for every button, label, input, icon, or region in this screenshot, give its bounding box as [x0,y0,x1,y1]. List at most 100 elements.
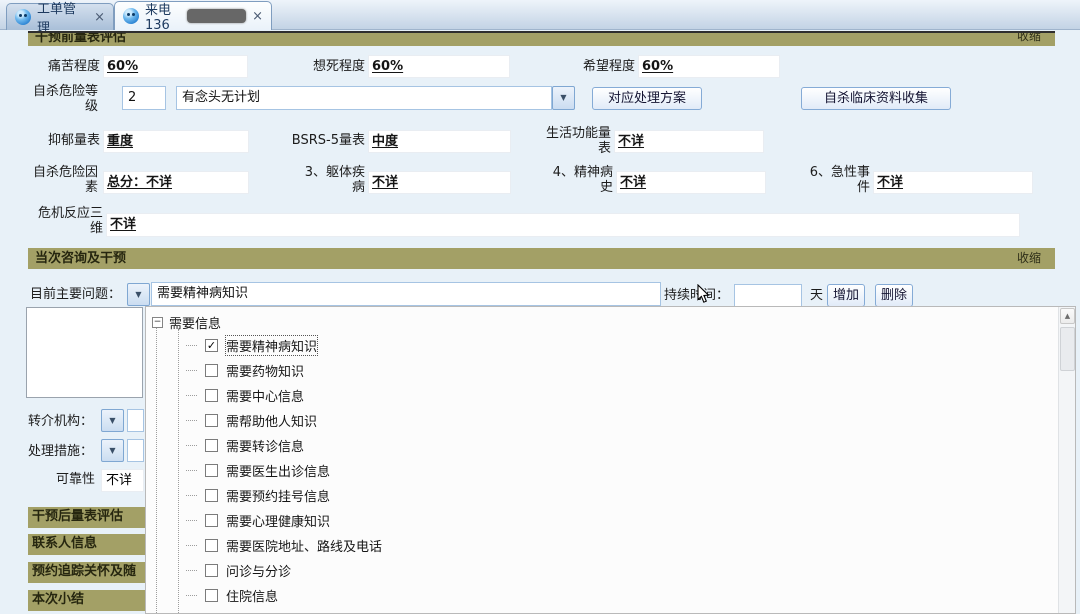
chevron-down-icon[interactable] [101,409,124,432]
physical-illness-label: 3、躯体疾病 [295,165,365,195]
tree-connector [186,395,197,396]
collapse-minus-icon[interactable]: − [152,317,163,328]
tree-guide-line [156,325,157,614]
checkbox-icon[interactable] [205,439,218,452]
section-header-pre-intervention: 干预前量表评估 收缩 [28,33,1055,46]
checkbox-icon[interactable] [205,414,218,427]
risk-factor-label: 自杀危险因素 [30,165,98,195]
reliability-value: 不详 [101,469,144,492]
tree-item[interactable]: 问诊与分诊 [186,562,291,578]
crisis-response-label: 危机反应三维 [37,206,103,236]
risk-factor-value: 总分：不详 [103,171,249,194]
risk-level-input[interactable]: 2 [122,86,166,110]
tab-bar: 工单管理 × 来电136 × [0,0,1080,30]
risk-level-label: 自杀危险等级 [30,84,98,114]
reliability-label: 可靠性 [56,472,95,487]
tree-connector [186,520,197,521]
tree-item-label[interactable]: 需要转诊信息 [226,436,304,455]
treatment-plan-button[interactable]: 对应处理方案 [592,87,702,110]
psychiatric-history-label: 4、精神病史 [543,165,613,195]
collapse-link[interactable]: 收缩 [1017,248,1041,269]
collapse-link[interactable]: 收缩 [1017,33,1041,44]
pain-level-label: 痛苦程度 [30,59,100,74]
tree-item-label[interactable]: 需要精神病知识 [226,336,317,355]
app-icon [123,8,139,24]
tree-item[interactable]: 需要医院地址、路线及电话 [186,537,382,553]
tree-item[interactable]: ✓ 需要精神病知识 [186,337,317,353]
section-title: 干预前量表评估 [35,33,126,45]
section-header-collapsed[interactable]: 干预后量表评估 [28,507,146,528]
main-problem-label: 目前主要问题： [30,287,121,302]
tab-work-order[interactable]: 工单管理 × [6,3,114,30]
bsrs5-scale-value: 中度 [368,130,511,153]
checkbox-icon[interactable] [205,514,218,527]
chevron-down-icon[interactable] [127,283,150,306]
tree-item-label[interactable]: 需要医生出诊信息 [226,461,330,480]
work-order-window: 工单管理 × 来电136 × 干预前量表评估 收缩 痛苦程度 60% 想死程度 … [0,0,1080,614]
tree-item[interactable]: 需要预约挂号信息 [186,487,330,503]
tree-item[interactable]: 需要药物知识 [186,362,304,378]
hope-level-value: 60% [638,55,780,78]
measures-label: 处理措施： [28,444,93,459]
clinical-data-button[interactable]: 自杀临床资料收集 [801,87,951,110]
death-wish-value: 60% [368,55,510,78]
tab-incoming-call[interactable]: 来电136 × [114,1,272,30]
delete-button[interactable]: 删除 [875,284,913,307]
pain-level-value: 60% [103,55,248,78]
bsrs5-scale-label: BSRS-5量表 [277,133,365,148]
depression-scale-label: 抑郁量表 [30,133,100,148]
app-icon [15,9,31,25]
add-button[interactable]: 增加 [827,284,865,307]
tree-item[interactable]: 住院信息 [186,587,278,603]
tree-item[interactable]: 需要心理健康知识 [186,512,330,528]
duration-input[interactable] [734,284,802,307]
tree-item[interactable]: 需帮助他人知识 [186,412,317,428]
checkbox-icon[interactable] [205,489,218,502]
checkbox-icon[interactable] [205,539,218,552]
tab-label: 来电136 [145,0,181,33]
tree-root-label: 需要信息 [169,313,221,332]
tree-item[interactable]: 需要医生出诊信息 [186,462,330,478]
checkbox-icon[interactable] [205,364,218,377]
tree-item-label[interactable]: 需要预约挂号信息 [226,486,330,505]
chevron-down-icon[interactable] [101,439,124,462]
section-header-collapsed[interactable]: 联系人信息 [28,534,146,555]
tree-root-node[interactable]: − 需要信息 [152,313,221,332]
problem-notes-textarea[interactable] [26,307,143,398]
tree-item-label[interactable]: 需要医院地址、路线及电话 [226,536,382,555]
death-wish-label: 想死程度 [295,59,365,74]
tree-item-label[interactable]: 问诊与分诊 [226,561,291,580]
section-header-current-consult: 当次咨询及干预 收缩 [28,248,1055,269]
tree-item-label[interactable]: 需帮助他人知识 [226,411,317,430]
checkbox-icon[interactable] [205,389,218,402]
scrollbar-thumb[interactable] [1060,327,1075,371]
checkbox-icon[interactable] [205,589,218,602]
tree-item-label[interactable]: 住院信息 [226,586,278,605]
close-icon[interactable]: × [94,10,105,25]
checkbox-icon[interactable] [205,464,218,477]
scroll-up-icon[interactable]: ▲ [1060,308,1075,324]
referral-agency-input[interactable] [127,409,144,432]
measures-input[interactable] [127,439,144,462]
tree-item-label[interactable]: 需要中心信息 [226,386,304,405]
life-function-scale-value: 不详 [614,130,764,153]
psychiatric-history-value: 不详 [616,171,766,194]
tree-item-label[interactable]: 需要药物知识 [226,361,304,380]
tree-item[interactable]: 需要转诊信息 [186,437,304,453]
duration-unit-label: 天 [810,288,823,303]
tree-connector [186,545,197,546]
risk-level-desc-combobox[interactable]: 有念头无计划 [176,86,552,110]
section-header-collapsed[interactable]: 预约追踪关怀及随 [28,562,146,583]
tree-scrollbar[interactable]: ▲ [1058,307,1075,613]
close-icon[interactable]: × [252,9,263,24]
checkbox-icon[interactable] [205,564,218,577]
tree-guide-line [178,329,179,614]
section-header-collapsed[interactable]: 本次小结 [28,590,146,611]
acute-event-value: 不详 [873,171,1033,194]
tree-item[interactable]: 需要中心信息 [186,387,304,403]
checkbox-checked-icon[interactable]: ✓ [205,339,218,352]
chevron-down-icon[interactable] [552,86,575,110]
crisis-response-value: 不详 [106,213,1020,237]
tree-item-label[interactable]: 需要心理健康知识 [226,511,330,530]
main-problem-input[interactable]: 需要精神病知识 [151,282,661,306]
